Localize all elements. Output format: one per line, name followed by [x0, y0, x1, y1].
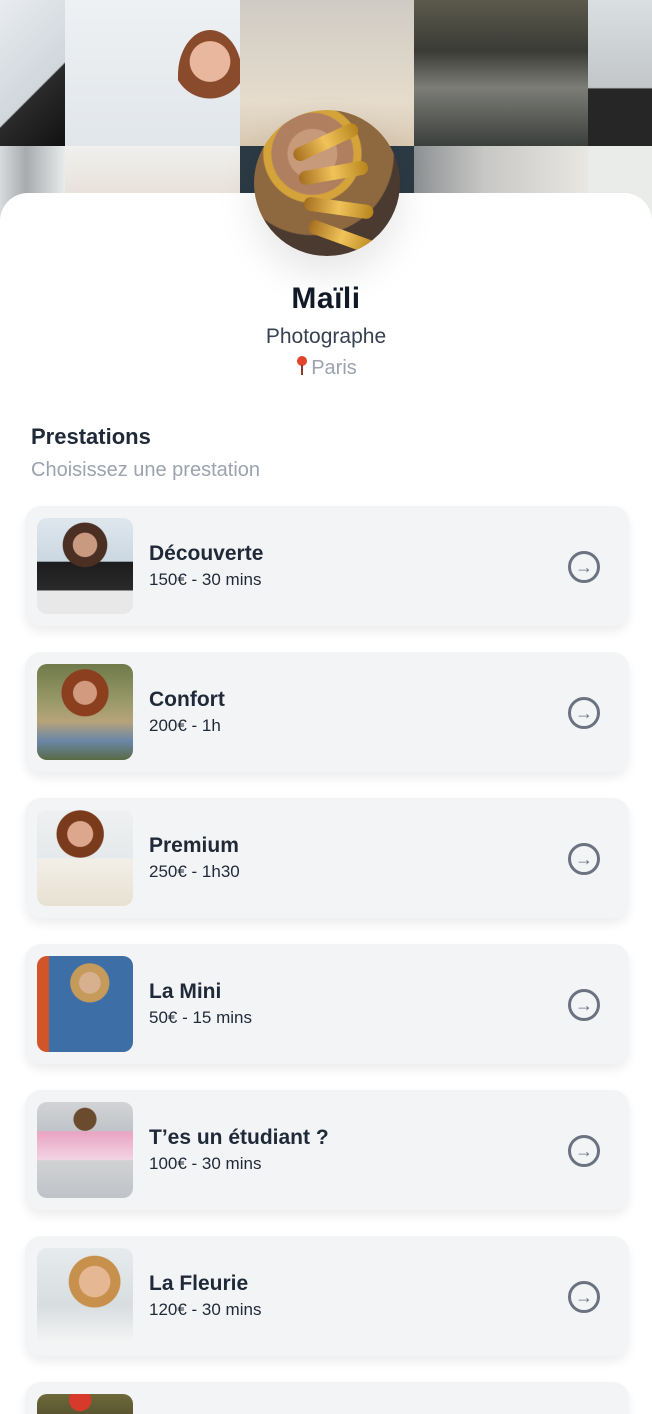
- arrow-right-circle-icon[interactable]: →: [568, 1135, 600, 1167]
- arrow-right-circle-icon[interactable]: →: [568, 1281, 600, 1313]
- arrow-right-circle-icon[interactable]: →: [568, 697, 600, 729]
- gallery-photo[interactable]: [414, 0, 588, 146]
- service-price-duration: 250€ - 1h30: [149, 862, 240, 881]
- service-card-decouverte[interactable]: Découverte 150€ - 30 mins →: [25, 506, 629, 626]
- section-subtitle: Choisissez une prestation: [31, 459, 261, 481]
- arrow-right-circle-icon[interactable]: →: [568, 551, 600, 583]
- service-card-la-fleurie[interactable]: La Fleurie 120€ - 30 mins →: [25, 1236, 629, 1356]
- service-thumbnail: [37, 1248, 133, 1344]
- service-thumbnail: [37, 810, 133, 906]
- service-thumbnail: [37, 1102, 133, 1198]
- service-price-duration: 100€ - 30 mins: [149, 1154, 262, 1173]
- service-card-confort[interactable]: Confort 200€ - 1h →: [25, 652, 629, 772]
- gallery-photo[interactable]: [0, 0, 65, 146]
- service-thumbnail: [37, 518, 133, 614]
- gallery-photo[interactable]: [65, 0, 240, 146]
- service-title: La Fleurie: [149, 1272, 249, 1295]
- section-title: Prestations: [31, 424, 151, 449]
- service-title: Confort: [149, 688, 225, 711]
- profile-location: Paris: [0, 356, 652, 380]
- service-card-la-mini[interactable]: La Mini 50€ - 15 mins →: [25, 944, 629, 1064]
- service-card-partial[interactable]: [25, 1382, 629, 1414]
- service-thumbnail: [37, 956, 133, 1052]
- gallery-photo[interactable]: [588, 0, 652, 146]
- service-price-duration: 50€ - 15 mins: [149, 1008, 252, 1027]
- service-thumbnail: [37, 1394, 133, 1414]
- arrow-right-circle-icon[interactable]: →: [568, 843, 600, 875]
- location-label: Paris: [311, 357, 357, 379]
- service-title: T’es un étudiant ?: [149, 1126, 329, 1149]
- service-title: Premium: [149, 834, 239, 857]
- profile-name: Maïli: [291, 282, 361, 315]
- service-price-duration: 120€ - 30 mins: [149, 1300, 262, 1319]
- service-price-duration: 200€ - 1h: [149, 716, 221, 735]
- service-thumbnail: [37, 664, 133, 760]
- profile-avatar: [254, 110, 400, 256]
- service-card-premium[interactable]: Premium 250€ - 1h30 →: [25, 798, 629, 918]
- arrow-right-circle-icon[interactable]: →: [568, 989, 600, 1021]
- service-price-duration: 150€ - 30 mins: [149, 570, 262, 589]
- service-title: Découverte: [149, 542, 264, 565]
- profile-role: Photographe: [265, 325, 387, 348]
- map-pin-icon: [295, 356, 309, 376]
- service-title: La Mini: [149, 980, 222, 1003]
- service-card-etudiant[interactable]: T’es un étudiant ? 100€ - 30 mins →: [25, 1090, 629, 1210]
